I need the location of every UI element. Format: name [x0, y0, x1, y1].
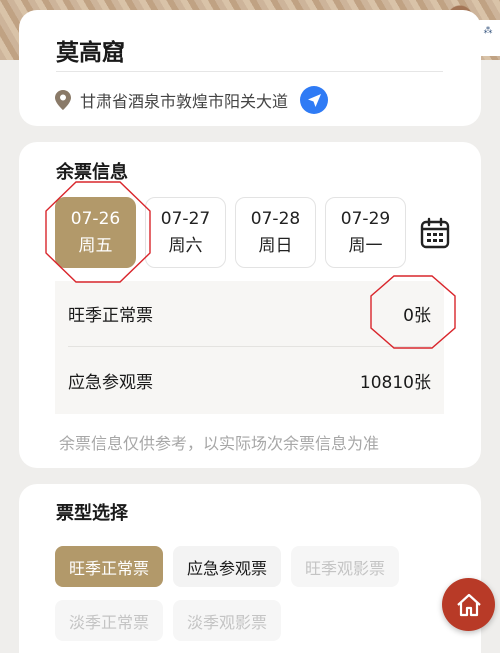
ticket-type-chip: 淡季观影票	[173, 600, 282, 641]
weekday-text: 周六	[168, 235, 203, 256]
home-button[interactable]	[442, 578, 495, 631]
navigation-arrow-icon	[307, 93, 321, 107]
stock-table: 旺季正常票 0张 应急参观票 10810张	[55, 281, 444, 414]
ticket-type-options: 旺季正常票 应急参观票 旺季观影票 淡季正常票 淡季观影票	[55, 546, 475, 641]
date-chip-2[interactable]: 07-28 周日	[235, 197, 316, 268]
date-text: 07-28	[250, 208, 301, 229]
weekday-text: 周五	[78, 235, 113, 256]
ticket-type-chip: 淡季正常票	[55, 600, 164, 641]
site-name: 莫高窟	[56, 40, 125, 66]
stock-row: 旺季正常票 0张	[68, 281, 431, 347]
date-text: 07-26	[70, 208, 121, 229]
date-chip-1[interactable]: 07-27 周六	[145, 197, 226, 268]
disclaimer-note: 余票信息仅供参考，以实际场次余票信息为准	[59, 434, 380, 453]
ticket-type-card: 票型选择 旺季正常票 应急参观票 旺季观影票 淡季正常票 淡季观影票	[19, 484, 481, 653]
ticket-type-chip: 旺季观影票	[291, 546, 400, 587]
section-title: 余票信息	[56, 162, 128, 183]
ticket-type-chip[interactable]: 旺季正常票	[55, 546, 164, 587]
weekday-text: 周一	[348, 235, 383, 256]
date-selector: 07-26 周五 07-27 周六 07-28 周日 07-29 周一	[55, 197, 450, 268]
stock-label: 旺季正常票	[68, 306, 153, 326]
remaining-tickets-card: 余票信息 07-26 周五 07-27 周六 07-28 周日 07-29 周一	[19, 142, 481, 468]
address-row: 甘肃省酒泉市敦煌市阳关大道	[55, 86, 329, 114]
stock-label: 应急参观票	[68, 372, 153, 393]
date-text: 07-27	[160, 208, 211, 229]
ticket-type-chip[interactable]: 应急参观票	[173, 546, 282, 587]
date-chip-3[interactable]: 07-29 周一	[325, 197, 406, 268]
date-chip-0[interactable]: 07-26 周五	[55, 197, 136, 268]
site-info-card: 莫高窟 甘肃省酒泉市敦煌市阳关大道	[19, 10, 481, 126]
weekday-text: 周日	[258, 235, 293, 256]
divider	[56, 71, 443, 72]
stock-row: 应急参观票 10810张	[68, 347, 431, 413]
navigation-button[interactable]	[300, 86, 329, 114]
address-text: 甘肃省酒泉市敦煌市阳关大道	[80, 92, 289, 111]
home-icon	[456, 593, 481, 616]
location-pin-icon	[55, 90, 71, 110]
stock-count: 0张	[403, 306, 431, 326]
date-text: 07-29	[340, 208, 391, 229]
section-title: 票型选择	[56, 503, 128, 524]
calendar-icon[interactable]	[420, 217, 450, 249]
stock-count: 10810张	[359, 372, 431, 393]
